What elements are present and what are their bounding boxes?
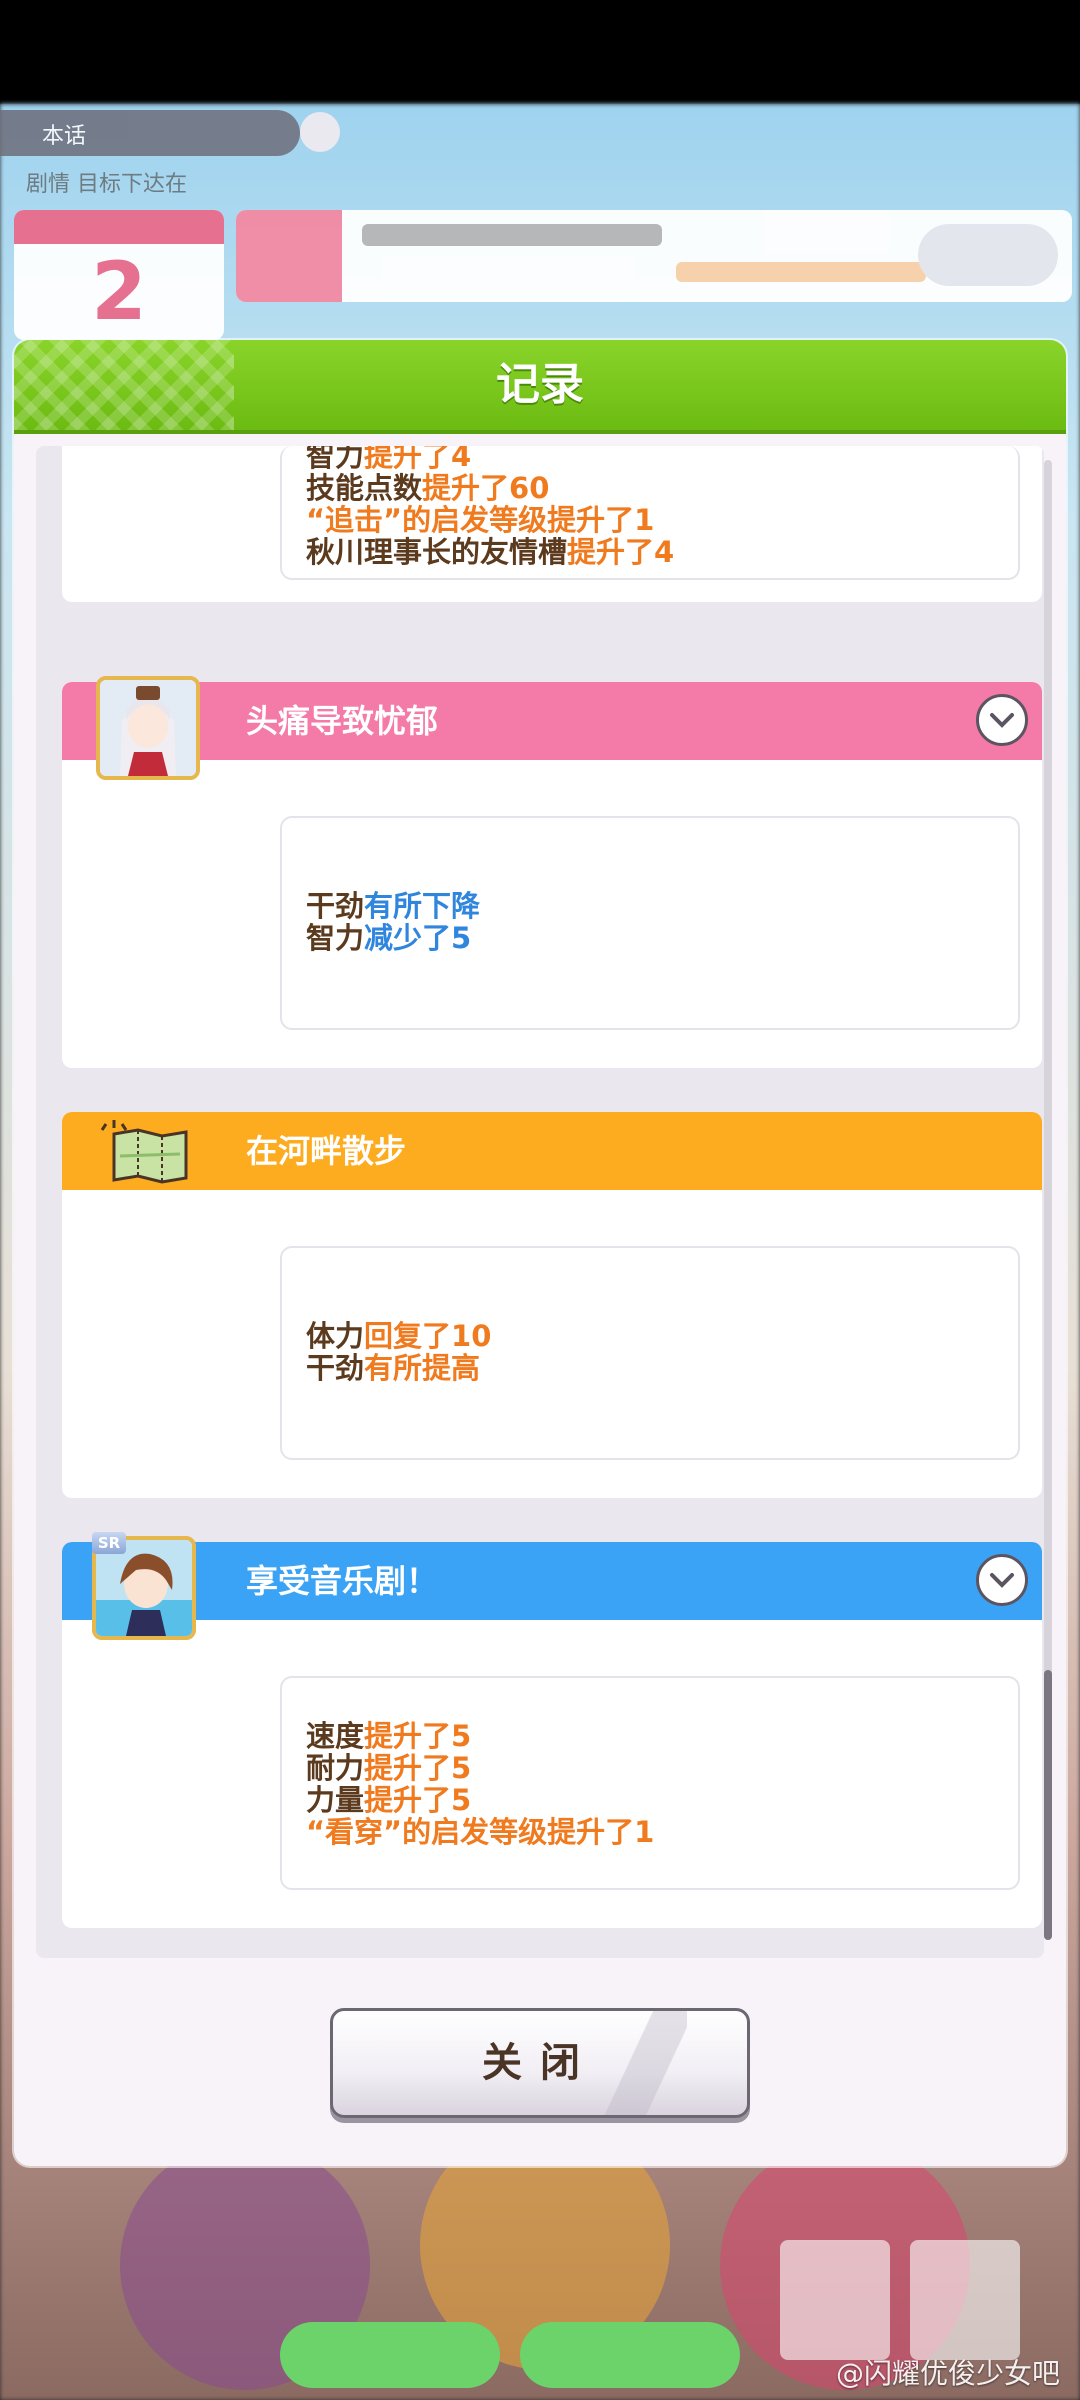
event-header[interactable]: 享受音乐剧！ xyxy=(62,1542,1042,1620)
turn-counter: 2 xyxy=(14,210,224,340)
result-line: 力量提升了5 xyxy=(306,1783,472,1817)
event-title: 享受音乐剧！ xyxy=(246,1562,439,1600)
result-line: 耐力提升了5 xyxy=(306,1751,472,1785)
background-button xyxy=(520,2322,740,2388)
result-box: 体力回复了10 干劲有所提高 xyxy=(280,1246,1020,1460)
background-button xyxy=(280,2322,500,2388)
result-line: “看穿”的启发等级提升了1 xyxy=(306,1815,655,1849)
event-title: 头痛导致忧郁 xyxy=(246,702,439,740)
event-card: 头痛导致忧郁 干劲有所下降 智力减少了5 xyxy=(62,676,1042,1068)
chevron-down-icon[interactable] xyxy=(976,1554,1028,1606)
dialog-title: 记录 xyxy=(496,359,584,410)
result-lines: 智力提升了4 技能点数提升了60 “追击”的启发等级提升了1 秋川理事长的友情槽… xyxy=(306,446,674,568)
scrollbar-thumb[interactable] xyxy=(1044,1670,1052,1940)
result-lines: 速度提升了5 耐力提升了5 力量提升了5 “看穿”的启发等级提升了1 xyxy=(306,1720,654,1848)
result-box: 速度提升了5 耐力提升了5 力量提升了5 “看穿”的启发等级提升了1 xyxy=(280,1676,1020,1890)
result-lines: 干劲有所下降 智力减少了5 xyxy=(306,890,480,954)
close-button[interactable]: 关闭 xyxy=(330,2008,750,2118)
event-card: 智力提升了4 技能点数提升了60 “追击”的启发等级提升了1 秋川理事长的友情槽… xyxy=(62,446,1042,602)
result-line: 秋川理事长的友情槽提升了4 xyxy=(306,535,675,569)
result-lines: 体力回复了10 干劲有所提高 xyxy=(306,1320,491,1384)
close-button-label: 关闭 xyxy=(482,2040,598,2086)
result-line: 干劲有所下降 xyxy=(306,889,481,923)
result-line: “追击”的启发等级提升了1 xyxy=(306,503,655,537)
location-tab: 本话 xyxy=(0,110,300,156)
scrollbar[interactable] xyxy=(1044,460,1052,1940)
result-line: 智力减少了5 xyxy=(306,921,472,955)
event-header: 在河畔散步 xyxy=(62,1112,1042,1190)
record-dialog: 记录 智力提升了4 技能点数提升了60 “追击”的启发等级提升了1 秋川理事长的… xyxy=(14,340,1066,2166)
background-door xyxy=(780,2240,890,2360)
result-box: 干劲有所下降 智力减少了5 xyxy=(280,816,1020,1030)
character-avatar xyxy=(96,676,200,780)
result-box: 智力提升了4 技能点数提升了60 “追击”的启发等级提升了1 秋川理事长的友情槽… xyxy=(280,446,1020,580)
info-icon xyxy=(300,112,340,152)
event-card: 享受音乐剧！ SR 速度提升了5 耐力提升了5 力量提升了5 “看穿”的启发等级… xyxy=(62,1532,1042,1928)
rarity-badge: SR xyxy=(92,1532,126,1554)
goal-panel xyxy=(236,210,1072,302)
event-title: 在河畔散步 xyxy=(246,1132,407,1170)
result-line: 智力提升了4 xyxy=(306,446,472,473)
event-header[interactable]: 头痛导致忧郁 xyxy=(62,682,1042,760)
location-tab-label: 本话 xyxy=(42,124,87,149)
chevron-down-icon[interactable] xyxy=(976,694,1028,746)
status-bar xyxy=(0,0,1080,104)
turn-number: 2 xyxy=(91,245,147,338)
result-line: 干劲有所提高 xyxy=(306,1351,481,1385)
result-line: 体力回复了10 xyxy=(306,1319,492,1353)
result-line: 技能点数提升了60 xyxy=(306,471,550,505)
map-icon xyxy=(100,1120,200,1184)
event-log-list[interactable]: 智力提升了4 技能点数提升了60 “追击”的启发等级提升了1 秋川理事长的友情槽… xyxy=(36,446,1044,1958)
result-line: 速度提升了5 xyxy=(306,1719,472,1753)
background-door xyxy=(910,2240,1020,2360)
watermark: @闪耀优俊少女吧 xyxy=(835,2357,1060,2390)
background-subtitle: 剧情 目标下达在 xyxy=(26,172,187,197)
dialog-header: 记录 xyxy=(14,340,1066,434)
event-card: 在河畔散步 体力回复了10 干劲有所提高 xyxy=(62,1112,1042,1498)
